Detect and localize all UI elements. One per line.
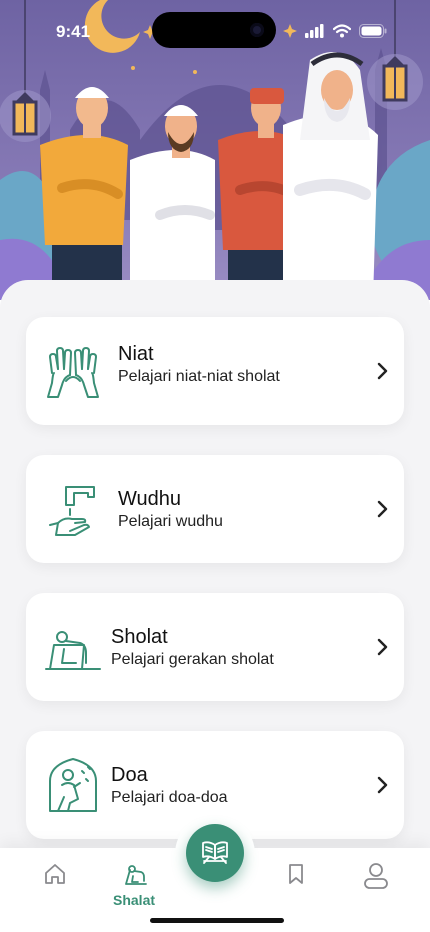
bookmark-icon <box>289 864 303 884</box>
quran-icon <box>202 841 228 864</box>
chevron-right-icon <box>377 638 388 656</box>
chevron-right-icon <box>377 776 388 794</box>
menu-card-title: Doa <box>111 764 148 786</box>
nav-item-bookmark[interactable] <box>276 862 316 902</box>
dynamic-island <box>152 12 276 48</box>
menu-card-title: Sholat <box>111 626 168 648</box>
status-icons <box>305 24 387 38</box>
nav-item-label: Shalat <box>113 892 156 908</box>
camera-icon <box>250 23 264 37</box>
water-tap-icon <box>49 486 95 536</box>
chevron-right-icon <box>377 362 388 380</box>
chevron-right-icon <box>377 500 388 518</box>
home-indicator <box>150 918 284 923</box>
menu-card-niat[interactable]: Niat Pelajari niat-niat sholat <box>26 317 404 425</box>
menu-card-subtitle: Pelajari niat-niat sholat <box>118 368 280 385</box>
shalat-icon <box>125 865 147 885</box>
person-praying-icon <box>49 758 97 812</box>
menu-card-title: Niat <box>118 343 154 365</box>
nav-item-profile[interactable] <box>356 862 396 902</box>
menu-card-subtitle: Pelajari wudhu <box>118 513 223 530</box>
menu-card-subtitle: Pelajari gerakan sholat <box>111 651 274 668</box>
menu-card-title: Wudhu <box>118 488 182 510</box>
prostration-icon <box>45 631 101 670</box>
profile-icon <box>364 863 388 889</box>
praying-hands-icon <box>47 347 99 398</box>
status-time: 9:41 <box>56 22 91 41</box>
battery-icon <box>359 24 387 38</box>
cellular-signal-icon <box>305 24 324 38</box>
menu-card-sholat[interactable]: Sholat Pelajari gerakan sholat <box>26 593 404 701</box>
nav-item-quran[interactable] <box>186 824 244 882</box>
wifi-icon <box>333 24 351 38</box>
home-icon <box>45 864 65 884</box>
nav-item-home[interactable] <box>35 862 75 902</box>
menu-card-subtitle: Pelajari doa-doa <box>111 789 228 806</box>
status-bar: 9:41 <box>0 0 430 64</box>
menu-card-wudhu[interactable]: Wudhu Pelajari wudhu <box>26 455 404 563</box>
